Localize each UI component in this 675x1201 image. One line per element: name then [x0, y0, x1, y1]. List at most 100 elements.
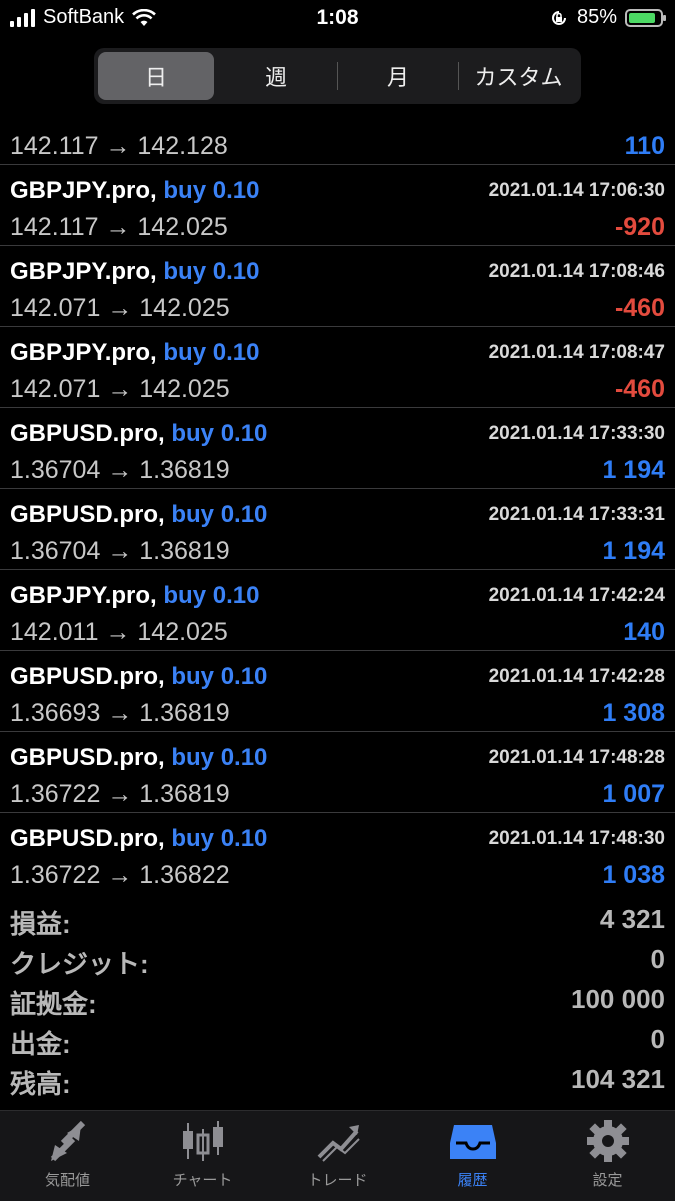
- summary-label: 証拠金:: [10, 989, 97, 1019]
- list-item[interactable]: GBPJPY.pro, buy 0.10 2021.01.14 17:08:47 1…: [0, 327, 675, 408]
- list-item[interactable]: GBPUSD.pro, buy 0.10 2021.01.14 17:48:30 1…: [0, 813, 675, 888]
- deal-profit: 110: [624, 132, 665, 160]
- tab-settings[interactable]: 設定: [540, 1119, 675, 1190]
- list-item[interactable]: GBPJPY.pro, buy 0.10 2021.01.14 17:08:46 1…: [0, 246, 675, 327]
- tab-history[interactable]: 履歴: [405, 1119, 540, 1190]
- list-item[interactable]: GBPUSD.pro, buy 0.10 2021.01.14 17:33:31 1…: [0, 489, 675, 570]
- deal-symbol-name: GBPUSD.pro,: [10, 501, 165, 528]
- deal-symbol: GBPJPY.pro, buy 0.10: [10, 339, 259, 367]
- deal-date: 2021.01.14 17:08:46: [488, 261, 665, 282]
- deal-side: buy 0.10: [171, 744, 268, 771]
- period-tab-week[interactable]: 週: [218, 52, 334, 100]
- deal-price: 1.36693 → 1.36819: [10, 699, 230, 727]
- period-tab-day[interactable]: 日: [98, 52, 214, 100]
- deal-price: 142.011 → 142.025: [10, 618, 228, 646]
- deal-symbol: GBPUSD.pro, buy 0.10: [10, 663, 267, 691]
- deal-price: 142.071 → 142.025: [10, 375, 230, 403]
- deal-date: 2021.01.14 17:48:30: [488, 828, 665, 849]
- deal-date: 2021.01.14 17:42:28: [488, 666, 665, 687]
- deal-date: 2021.01.14 17:06:30: [488, 180, 665, 201]
- deal-symbol-name: GBPJPY.pro,: [10, 258, 157, 285]
- list-item[interactable]: 142.117 → 142.128 110: [0, 108, 675, 165]
- quotes-arrows-icon: [50, 1120, 85, 1162]
- deal-symbol: GBPJPY.pro, buy 0.10: [10, 258, 259, 286]
- list-item[interactable]: GBPUSD.pro, buy 0.10 2021.01.14 17:48:28 1…: [0, 732, 675, 813]
- summary-label: クレジット:: [10, 949, 149, 979]
- summary-value: 104 321: [571, 1064, 665, 1094]
- deal-price: 1.36722 → 1.36819: [10, 780, 230, 808]
- history-summary: 損益: 4 321 クレジット: 0 証拠金: 100 000 出金: 0 残高…: [0, 898, 675, 1099]
- summary-credit: クレジット: 0: [0, 938, 675, 979]
- tab-quotes[interactable]: 気配値: [0, 1119, 135, 1190]
- deal-profit: 140: [623, 618, 665, 646]
- segment-divider: [337, 62, 338, 90]
- list-item[interactable]: GBPUSD.pro, buy 0.10 2021.01.14 17:42:28 1…: [0, 651, 675, 732]
- deal-date: 2021.01.14 17:33:30: [488, 423, 665, 444]
- gear-icon: [586, 1120, 629, 1162]
- period-tab-month[interactable]: 月: [340, 52, 456, 100]
- deal-profit: -460: [614, 294, 665, 322]
- deal-profit: 1 194: [602, 537, 665, 565]
- list-item[interactable]: GBPUSD.pro, buy 0.10 2021.01.14 17:33:30 1…: [0, 408, 675, 489]
- deal-side: buy 0.10: [171, 420, 268, 447]
- deal-side: buy 0.10: [171, 663, 268, 690]
- summary-withdrawal: 出金: 0: [0, 1018, 675, 1059]
- tab-label: 気配値: [44, 1172, 90, 1189]
- deal-date: 2021.01.14 17:48:28: [488, 747, 665, 768]
- deal-price: 142.071 → 142.025: [10, 294, 230, 322]
- list-item[interactable]: GBPJPY.pro, buy 0.10 2021.01.14 17:06:30 1…: [0, 165, 675, 246]
- deal-symbol-name: GBPUSD.pro,: [10, 663, 165, 690]
- segment-divider: [458, 62, 459, 90]
- deal-price: 1.36704 → 1.36819: [10, 456, 230, 484]
- deal-side: buy 0.10: [171, 825, 268, 852]
- tab-label: トレード: [307, 1172, 368, 1189]
- deal-profit: 1 308: [602, 699, 665, 727]
- deal-symbol: GBPUSD.pro, buy 0.10: [10, 420, 267, 448]
- deal-symbol: GBPJPY.pro, buy 0.10: [10, 177, 259, 205]
- summary-profit: 損益: 4 321: [0, 898, 675, 939]
- deal-symbol: GBPJPY.pro, buy 0.10: [10, 582, 259, 610]
- deal-symbol-name: GBPJPY.pro,: [10, 582, 157, 609]
- deal-side: buy 0.10: [163, 582, 260, 609]
- period-segmented-control: 日 週 月 カスタム: [94, 48, 581, 104]
- deal-symbol-name: GBPUSD.pro,: [10, 744, 165, 771]
- summary-value: 0: [650, 944, 665, 974]
- deal-side: buy 0.10: [163, 258, 260, 285]
- deal-symbol-name: GBPJPY.pro,: [10, 177, 157, 204]
- deal-price: 1.36704 → 1.36819: [10, 537, 230, 565]
- tab-label: 履歴: [457, 1172, 488, 1189]
- battery-charging-icon: [625, 8, 666, 27]
- summary-label: 残高:: [10, 1069, 71, 1099]
- deal-symbol-name: GBPUSD.pro,: [10, 825, 165, 852]
- deal-side: buy 0.10: [163, 177, 260, 204]
- status-bar: SoftBank 1:08 85%: [0, 0, 675, 38]
- deal-symbol-name: GBPJPY.pro,: [10, 339, 157, 366]
- history-inbox-icon: [449, 1125, 496, 1159]
- summary-value: 4 321: [599, 904, 665, 934]
- deal-profit: -920: [614, 213, 665, 241]
- deal-price: 1.36722 → 1.36822: [10, 861, 230, 888]
- deal-date: 2021.01.14 17:08:47: [488, 342, 665, 363]
- orientation-lock-icon: [552, 10, 566, 25]
- summary-value: 0: [650, 1024, 665, 1054]
- deal-price: 142.117 → 142.025: [10, 213, 228, 241]
- tab-trade[interactable]: トレード: [270, 1119, 405, 1190]
- trade-trend-icon: [317, 1125, 360, 1162]
- deal-date: 2021.01.14 17:33:31: [488, 504, 665, 525]
- tab-chart[interactable]: チャート: [135, 1119, 270, 1190]
- period-tab-custom[interactable]: カスタム: [460, 52, 577, 100]
- deal-price: 142.117 → 142.128: [10, 132, 228, 160]
- deal-side: buy 0.10: [163, 339, 260, 366]
- deal-profit: 1 194: [602, 456, 665, 484]
- deal-symbol: GBPUSD.pro, buy 0.10: [10, 825, 267, 853]
- candlestick-chart-icon: [182, 1121, 223, 1161]
- deal-profit: -460: [614, 375, 665, 403]
- list-item[interactable]: GBPJPY.pro, buy 0.10 2021.01.14 17:42:24 1…: [0, 570, 675, 651]
- deal-date: 2021.01.14 17:42:24: [488, 585, 665, 606]
- deal-symbol-name: GBPUSD.pro,: [10, 420, 165, 447]
- history-list[interactable]: 142.117 → 142.128 110 GBPJPY.pro, buy 0.…: [0, 108, 675, 888]
- summary-label: 損益:: [10, 909, 71, 939]
- deal-profit: 1 007: [602, 780, 665, 808]
- summary-balance: 残高: 104 321: [0, 1058, 675, 1099]
- tab-label: チャート: [172, 1172, 233, 1189]
